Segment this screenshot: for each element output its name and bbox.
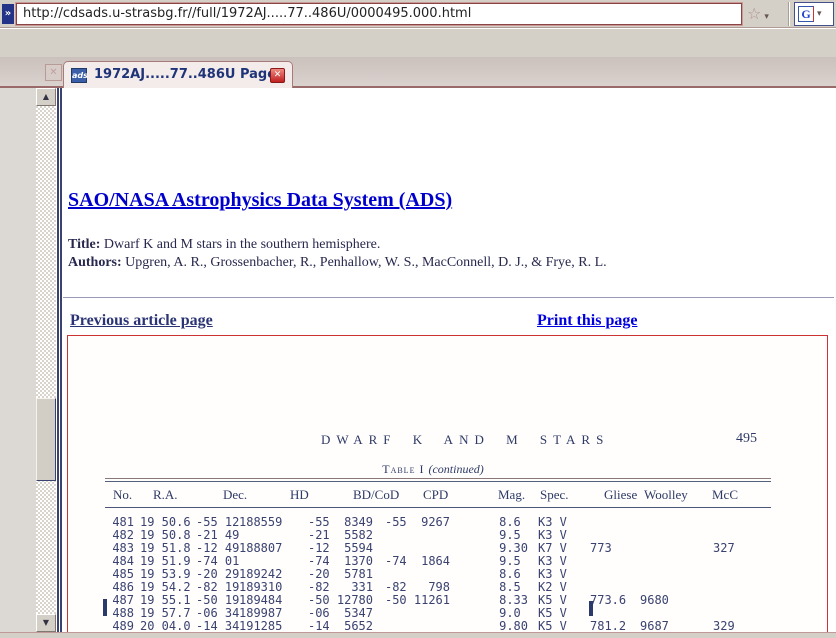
cell-woolley: 9680	[640, 594, 682, 607]
column-header: Spec.	[540, 488, 569, 502]
column-header: No.	[113, 488, 132, 502]
scan-table-caption: Table I (continued)	[348, 463, 518, 476]
scan-artifact-bar-right	[589, 601, 593, 616]
print-page-link[interactable]: Print this page	[537, 312, 637, 330]
column-header: McC	[712, 488, 738, 502]
bookmark-control[interactable]: ☆▾	[747, 2, 787, 26]
vertical-scrollbar[interactable]: ▲ ▼	[36, 88, 56, 632]
cell-cpd: -50 11261	[373, 594, 450, 607]
url-input[interactable]: http://cdsads.u-strasbg.fr//full/1972AJ.…	[16, 3, 742, 25]
cell-gliese: 773.6	[590, 594, 636, 607]
caption-continued: (continued)	[428, 462, 483, 476]
search-engine-box[interactable]: G ▾	[794, 2, 834, 26]
toolbar-band	[0, 29, 836, 57]
table-top-rule	[105, 478, 771, 482]
chevrons-icon[interactable]: »	[2, 4, 14, 24]
column-header: Dec.	[223, 488, 247, 502]
tab-bar: ✕ ads 1972AJ.....77..486U Page 495 ✕	[0, 57, 836, 88]
left-gutter	[0, 88, 36, 632]
status-bar	[0, 632, 836, 638]
title-label: Title:	[68, 237, 100, 252]
cell-hd: 188559	[239, 516, 281, 529]
column-header: Gliese	[604, 488, 637, 502]
scroll-up-button[interactable]: ▲	[36, 88, 56, 106]
column-header: CPD	[423, 488, 448, 502]
search-caret-icon[interactable]: ▾	[817, 2, 822, 26]
ads-heading-link[interactable]: SAO/NASA Astrophysics Data System (ADS)	[68, 188, 452, 212]
cell-mcc: 327	[713, 542, 741, 555]
cell-cpd: -55 9267	[373, 516, 450, 529]
panel-window-icon[interactable]: ✕	[45, 64, 62, 81]
tab-article-page[interactable]: ads 1972AJ.....77..486U Page 495 ✕	[63, 61, 293, 88]
scroll-down-button[interactable]: ▼	[36, 614, 56, 632]
scan-table-header: No. R.A. Dec. HD BD/CoD CPD Mag. Spec. Gliese Woo…	[68, 488, 828, 503]
column-header: BD/CoD	[353, 488, 399, 502]
arrow-down-icon: ▼	[43, 618, 49, 627]
tab-title: 1972AJ.....77..486U Page 495	[94, 68, 270, 82]
column-header: Woolley	[644, 488, 688, 502]
tab-close-button[interactable]: ✕	[270, 68, 285, 83]
cell-cpd: -74 1864	[373, 555, 450, 568]
scan-table-rows: 48119 50.6-55 12188559-55 8349-55 92678.…	[68, 516, 828, 638]
article-title-line: Title: Dwarf K and M stars in the southe…	[68, 236, 380, 253]
horizontal-rule	[63, 297, 834, 299]
scan-artifact-bar-left	[103, 599, 107, 616]
url-bar: » http://cdsads.u-strasbg.fr//full/1972A…	[0, 0, 836, 28]
article-authors-line: Authors: Upgren, A. R., Grossenbacher, R…	[68, 254, 607, 271]
page-content: ▲ ▼ SAO/NASA Astrophysics Data System (A…	[0, 88, 836, 632]
column-header: R.A.	[153, 488, 178, 502]
column-header: Mag.	[498, 488, 525, 502]
toolbar-separator	[788, 2, 790, 26]
arrow-up-icon: ▲	[43, 92, 49, 101]
ads-favicon: ads	[71, 68, 87, 83]
scrollbar-thumb[interactable]	[36, 398, 56, 481]
scan-page-number: 495	[736, 432, 757, 446]
scan-running-head: DWARF K AND M STARS	[321, 433, 609, 446]
caption-table-label: Table I	[382, 462, 428, 476]
bookmark-caret-icon[interactable]: ▾	[764, 12, 769, 22]
table-header-rule	[105, 507, 771, 508]
title-text: Dwarf K and M stars in the southern hemi…	[100, 237, 380, 252]
cell-hd: 188807	[239, 542, 281, 555]
authors-text: Upgren, A. R., Grossenbacher, R., Penhal…	[122, 255, 607, 270]
cell-gliese: 773	[590, 542, 636, 555]
star-icon[interactable]: ☆	[747, 4, 761, 23]
google-icon[interactable]: G	[798, 6, 814, 22]
close-icon: ✕	[274, 70, 282, 80]
previous-article-link[interactable]: Previous article page	[70, 312, 213, 330]
scanned-page-image: DWARF K AND M STARS 495 Table I (continu…	[67, 335, 828, 638]
frame-divider	[57, 88, 63, 632]
column-header: HD	[290, 488, 309, 502]
authors-label: Authors:	[68, 255, 122, 270]
